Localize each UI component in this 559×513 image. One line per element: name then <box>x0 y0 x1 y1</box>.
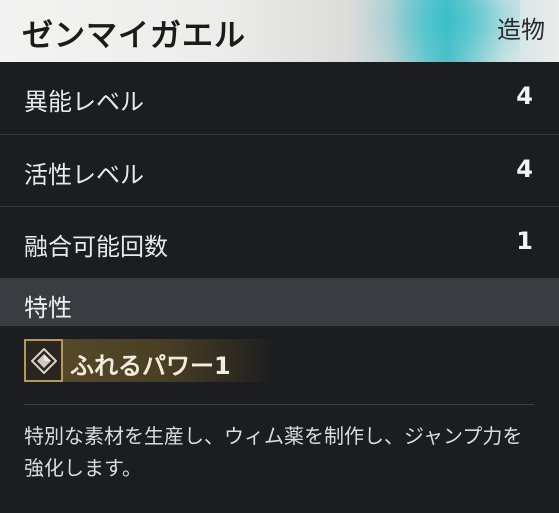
item-category: 造物 <box>497 16 545 44</box>
stat-row-fusion-count: 融合可能回数 1 <box>0 206 559 277</box>
stat-value: 4 <box>516 82 533 110</box>
trait-label: ふれるパワー1 <box>70 352 231 380</box>
divider <box>24 404 534 405</box>
header-smoke-decoration <box>360 0 520 62</box>
item-header: ゼンマイガエル 造物 <box>0 0 559 62</box>
item-description: 特別な素材を生産し、ウィム薬を制作し、ジャンプ力を強化します。 <box>24 424 523 480</box>
stat-value: 1 <box>516 227 533 255</box>
stat-label: 異能レベル <box>24 88 144 116</box>
traits-section-header: 特性 <box>0 278 559 326</box>
diamond-icon <box>24 339 63 382</box>
section-title: 特性 <box>24 294 72 322</box>
stat-row-ability-level: 異能レベル 4 <box>0 62 559 132</box>
stat-label: 活性レベル <box>24 161 144 189</box>
stat-value: 4 <box>516 155 533 183</box>
stat-label: 融合可能回数 <box>24 233 168 261</box>
item-title: ゼンマイガエル <box>22 18 246 54</box>
trait-item[interactable]: ふれるパワー1 <box>24 339 274 382</box>
stat-row-activity-level: 活性レベル 4 <box>0 134 559 205</box>
